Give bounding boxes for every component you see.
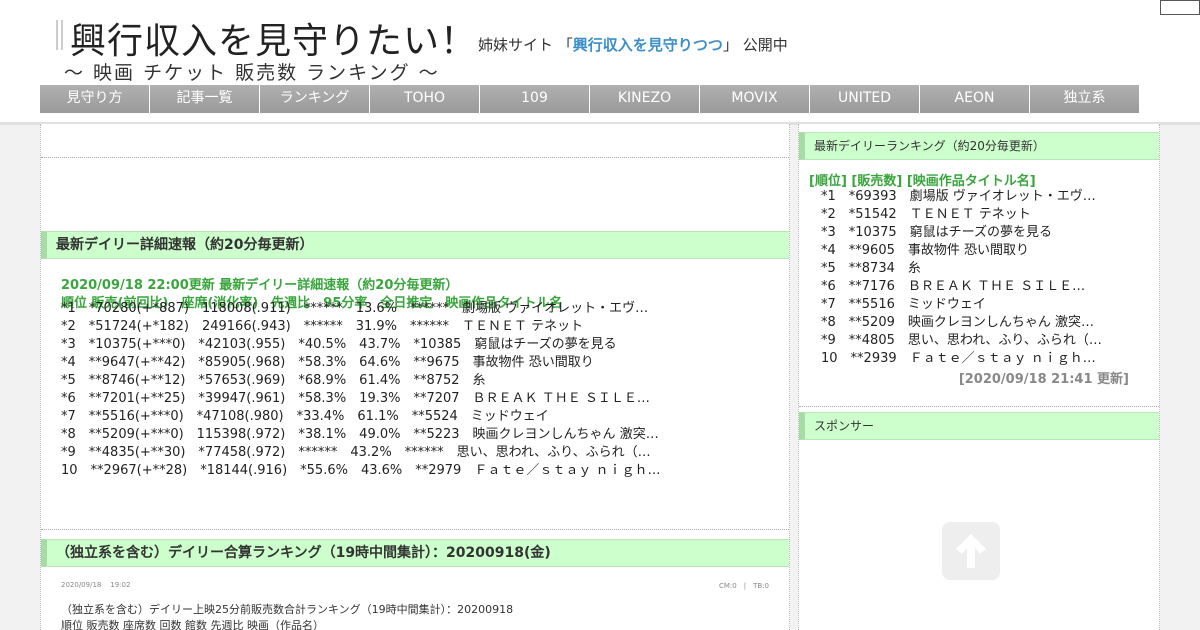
ranking-row: 10 **2967(+**28) *18144(.916) *55.6% 43.… (61, 463, 661, 478)
sidebar-ranking-row: *7 **5516 ミッドウェイ (821, 297, 986, 312)
sidebar-ranking-row: *1 *69393 劇場版 ヴァイオレット・エヴ… (821, 189, 1096, 204)
detailed-ranking-list: *1 *70280(+*887) 118008(.911) ****** 13.… (61, 300, 660, 480)
ranking-row: *1 *70280(+*887) 118008(.911) ****** 13.… (61, 301, 649, 316)
post-time: 19:02 (110, 581, 131, 589)
sidebar-updated-time: [2020/09/18 21:41 更新] (958, 372, 1129, 387)
post-date: 2020/09/18 (61, 581, 102, 589)
sidebar-ranking-row: *3 *10375 窮鼠はチーズの夢を見る (821, 225, 1052, 240)
header-box (1160, 0, 1200, 15)
ranking-update-title: 2020/09/18 22:00更新 最新デイリー詳細速報（約20分毎更新） (61, 278, 459, 293)
nav-item-guide[interactable]: 見守り方 (40, 85, 150, 113)
arrow-up-icon (956, 534, 986, 568)
ranking-row: *7 **5516(+***0) *47108(.980) *33.4% 61.… (61, 409, 549, 424)
site-title[interactable]: 興行収入を見守りたい！ (70, 12, 477, 64)
sidebar-ranking-row: *6 **7176 ＢＲＥＡＫ ＴＨＥ ＳＩＬＥ… (821, 279, 1086, 294)
scroll-to-top-button[interactable] (942, 522, 1000, 580)
nav-item-ranking[interactable]: ランキング (260, 85, 370, 113)
sister-prefix: 姉妹サイト 「 (478, 36, 573, 54)
sidebar-column-headers: [順位] [販売数] [映画作品タイトル名] (809, 174, 1036, 189)
sidebar-ranking-row: *2 *51542 ＴＥＮＥＴ テネット (821, 207, 1031, 222)
ranking-row: *6 **7201(+**25) *39947(.961) *58.3% 19.… (61, 391, 650, 406)
nav-item-independent[interactable]: 独立系 (1030, 85, 1140, 113)
ranking-row: *3 *10375(+***0) *42103(.955) *40.5% 43.… (61, 337, 617, 352)
post-body-line: 順位 販売数 座席数 回数 館数 先週比 映画（作品名） (61, 619, 324, 630)
post-meta[interactable]: CM:0 | TB:0 (719, 581, 769, 591)
sidebar-ranking-row: *8 **5209 映画クレヨンしんちゃん 激突… (821, 315, 1094, 330)
post-datetime: 2020/09/18 19:02 (61, 581, 130, 589)
ranking-row: *4 **9647(+**42) *85905(.968) *58.3% 64.… (61, 355, 594, 370)
section-title-detailed-ranking: 最新デイリー詳細速報（約20分毎更新） (41, 231, 789, 259)
nav-item-toho[interactable]: TOHO (370, 85, 480, 113)
divider (799, 406, 1159, 407)
site-subtitle: ～ 映画 チケット 販売数 ランキング ～ (64, 62, 440, 84)
divider (41, 529, 789, 530)
nav-item-109[interactable]: 109 (480, 85, 590, 113)
sidebar-ranking-row: *5 **8734 糸 (821, 261, 921, 276)
title-decoration (56, 20, 63, 50)
post-body-line: （独立系を含む）デイリー上映25分前販売数合計ランキング（19時中間集計）：20… (61, 603, 514, 616)
sidebar-ranking-list: *1 *69393 劇場版 ヴァイオレット・エヴ… *2 *51542 ＴＥＮＥ… (821, 188, 1102, 368)
nav-item-movix[interactable]: MOVIX (700, 85, 810, 113)
nav-item-united[interactable]: UNITED (810, 85, 920, 113)
sister-site-notice: 姉妹サイト 「興行収入を見守りつつ」 公開中 (478, 34, 788, 55)
ranking-row: *2 *51724(+*182) 249166(.943) ****** 31.… (61, 319, 584, 334)
nav-item-aeon[interactable]: AEON (920, 85, 1030, 113)
sidebar-title-daily-ranking: 最新デイリーランキング（約20分毎更新） (799, 132, 1159, 160)
sidebar-title-sponsor: スポンサー (799, 412, 1159, 440)
ranking-row: *9 **4835(+**30) *77458(.972) ****** 43.… (61, 445, 651, 460)
nav-item-kinezo[interactable]: KINEZO (590, 85, 700, 113)
divider (41, 157, 789, 158)
global-nav: 見守り方 記事一覧 ランキング TOHO 109 KINEZO MOVIX UN… (40, 85, 1140, 113)
sister-site-link[interactable]: 興行収入を見守りつつ (573, 36, 723, 54)
ranking-row: *8 **5209(+***0) 115398(.972) *38.1% 49.… (61, 427, 659, 442)
sidebar-ranking-row: 10 **2939 Ｆａｔｅ／ｓｔａｙ ｎｉｇｈ… (821, 351, 1096, 366)
sidebar-ranking-row: *9 **4805 思い、思われ、ふり、ふられ（… (821, 333, 1102, 348)
section-title-combined-ranking[interactable]: （独立系を含む）デイリー合算ランキング（19時中間集計）：20200918(金) (41, 539, 789, 567)
nav-item-articles[interactable]: 記事一覧 (150, 85, 260, 113)
sister-suffix: 」 公開中 (722, 36, 788, 54)
ranking-row: *5 **8746(+**12) *57653(.969) *68.9% 61.… (61, 373, 486, 388)
sidebar-ranking-row: *4 **9605 事故物件 恐い間取り (821, 243, 1029, 258)
main-column: 最新デイリー詳細速報（約20分毎更新） 2020/09/18 22:00更新 最… (40, 124, 790, 630)
